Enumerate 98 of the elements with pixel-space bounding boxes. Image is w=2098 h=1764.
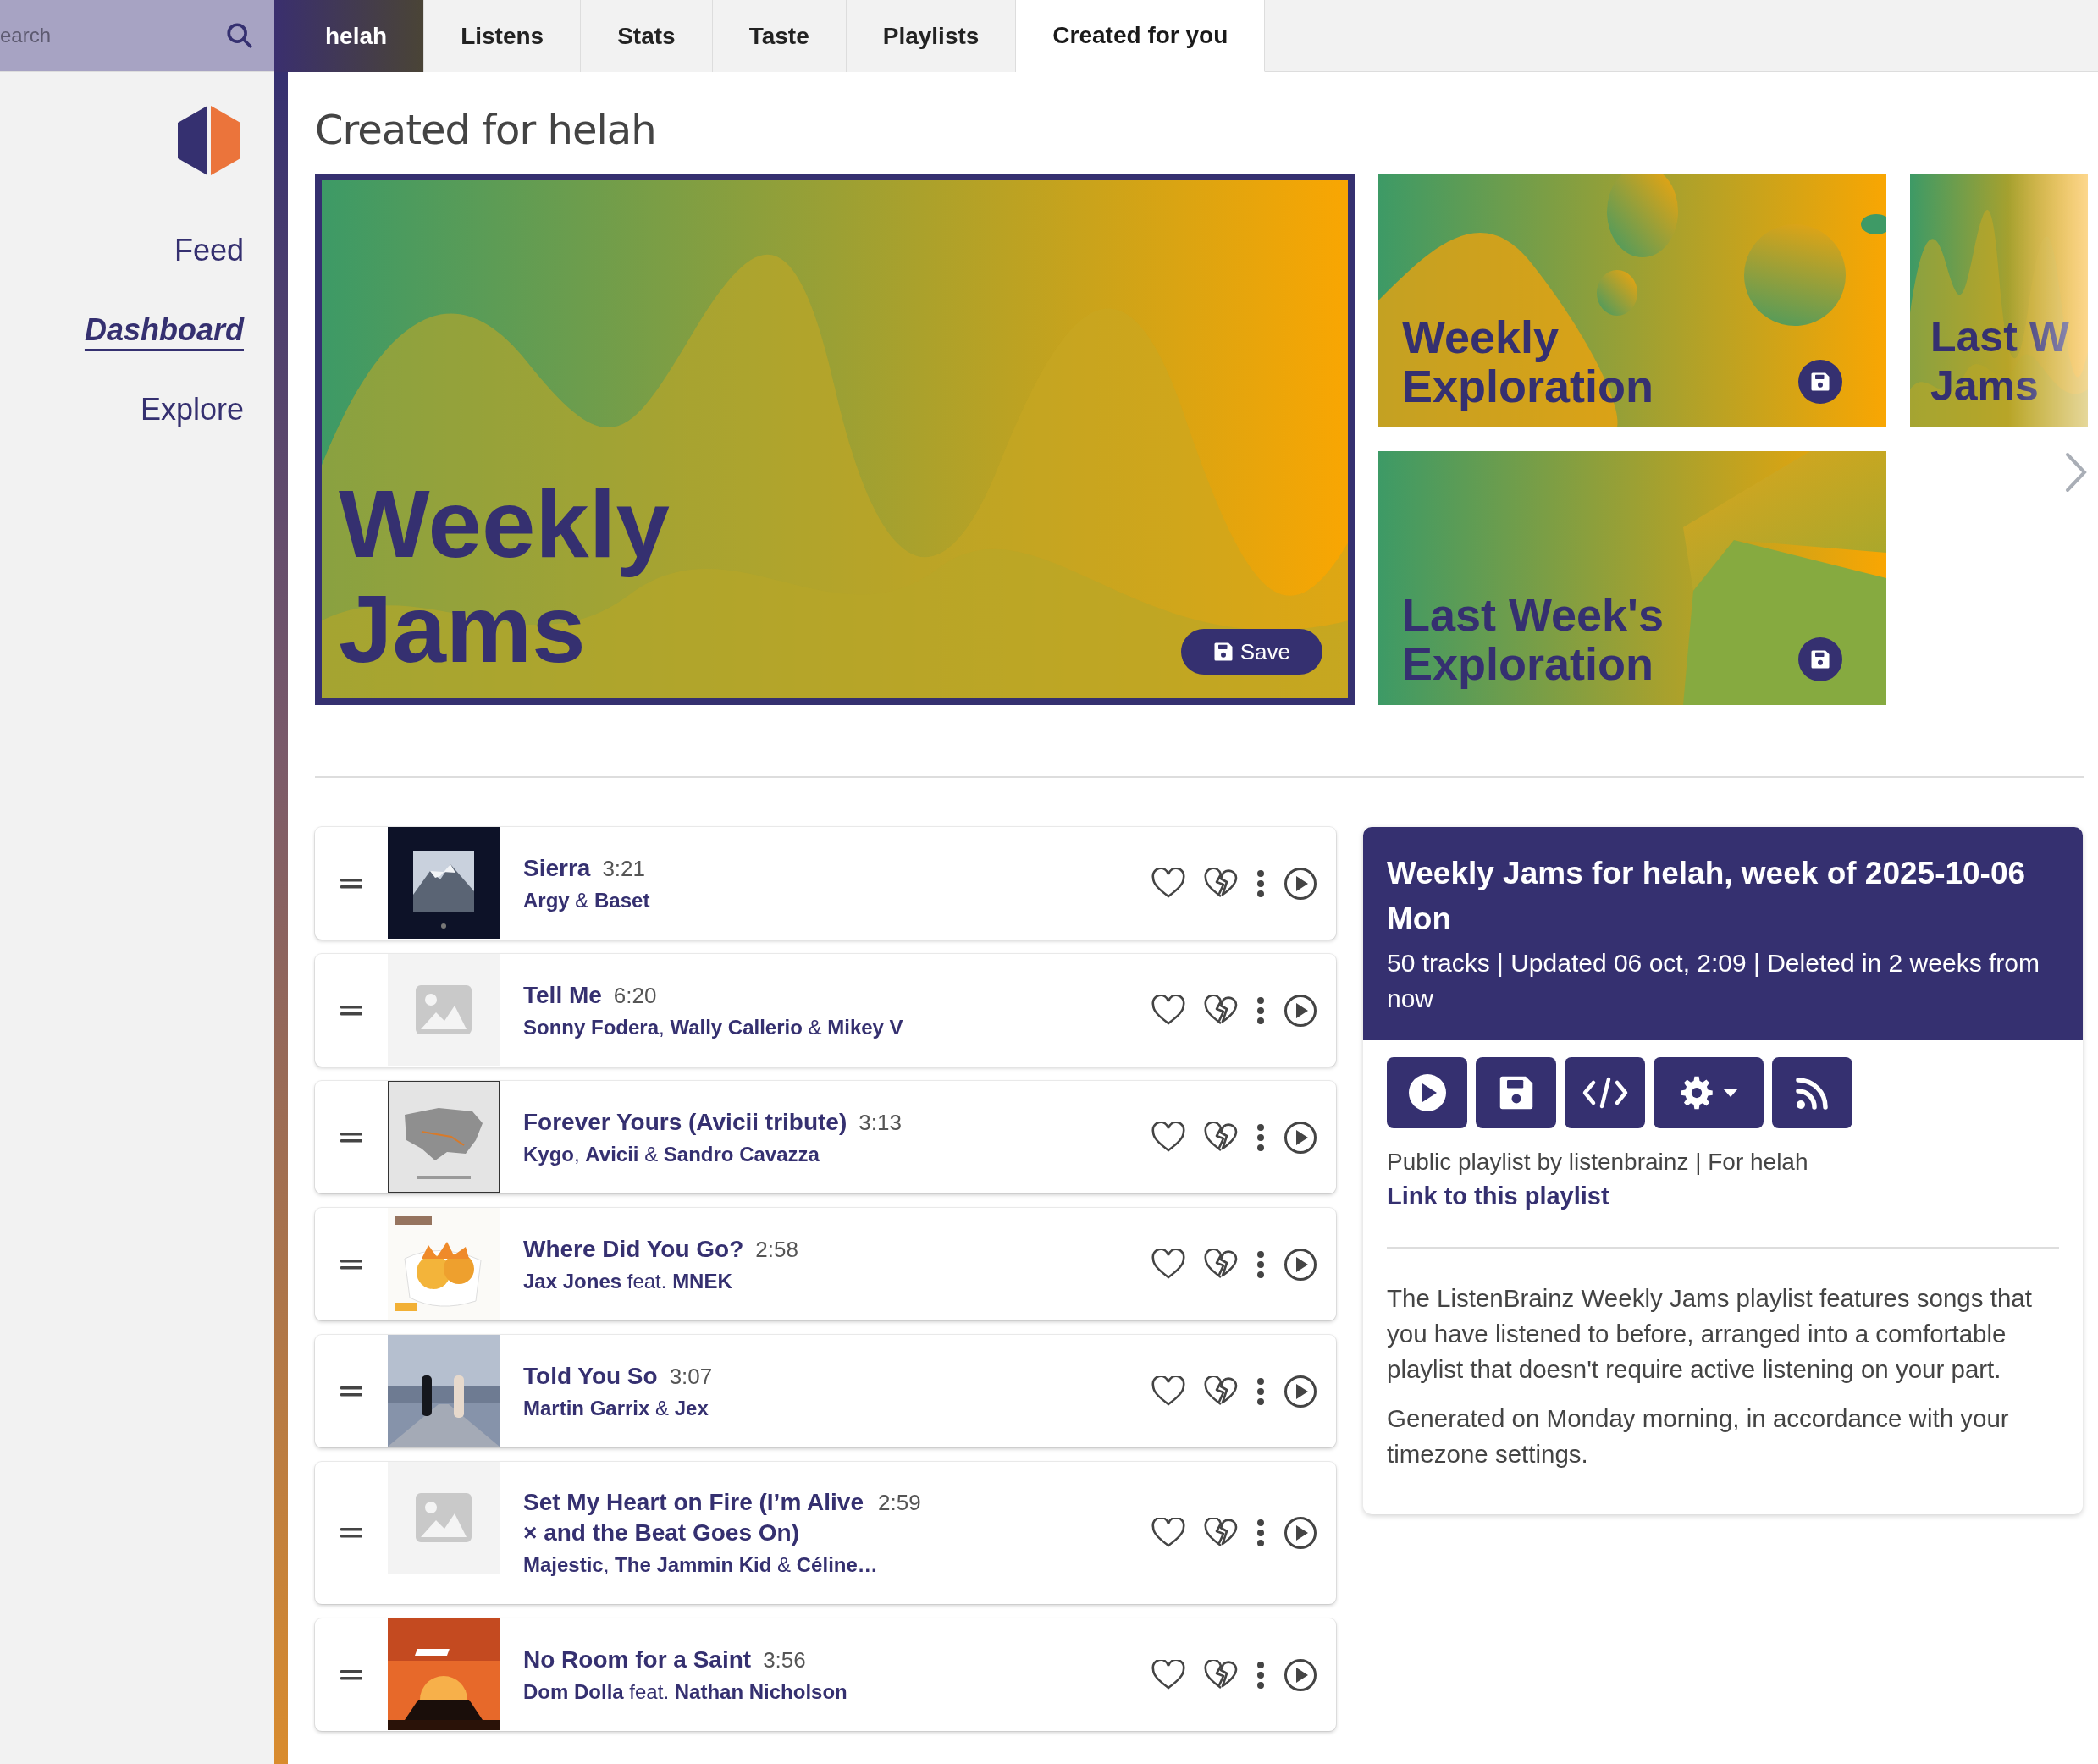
drag-handle-icon[interactable] — [340, 877, 362, 890]
drag-handle-icon[interactable] — [340, 1385, 362, 1397]
broken-heart-icon[interactable] — [1204, 1518, 1238, 1548]
broken-heart-icon[interactable] — [1204, 1122, 1238, 1153]
more-options-icon[interactable] — [1256, 1376, 1265, 1406]
heart-icon[interactable] — [1151, 1122, 1185, 1153]
broken-heart-icon[interactable] — [1204, 868, 1238, 899]
track-duration: 3:56 — [763, 1645, 806, 1674]
play-icon[interactable] — [1284, 1516, 1317, 1550]
more-options-icon[interactable] — [1256, 1519, 1265, 1547]
track-duration: 6:20 — [613, 981, 657, 1010]
track-artists: Sonny Fodera, Wally Callerio & Mikey V — [523, 1014, 904, 1040]
nav-tab[interactable]: Playlists — [846, 0, 1017, 72]
drag-handle-icon[interactable] — [340, 1668, 362, 1681]
drag-handle-icon[interactable] — [340, 1527, 362, 1539]
drag-handle-icon[interactable] — [340, 1131, 362, 1144]
playlist-title: Weekly Jams for helah, week of 2025-10-06 Mon — [1387, 855, 2027, 938]
image-placeholder-icon — [416, 1493, 472, 1542]
track-artists: Dom Dolla feat. Nathan Nicholson — [523, 1679, 848, 1705]
track-duration: 3:07 — [669, 1362, 713, 1391]
track-duration: 3:13 — [859, 1108, 902, 1137]
save-button[interactable]: Save — [1180, 629, 1322, 675]
nav-tab[interactable]: Taste — [712, 0, 847, 72]
playlist-description: Generated on Monday morning, in accordance with your timezone settings. — [1387, 1403, 2010, 1469]
play-icon — [1407, 1073, 1447, 1112]
track-artists: Kygo, Avicii & Sandro Cavazza — [523, 1141, 820, 1167]
settings-button[interactable] — [1654, 1057, 1764, 1128]
more-options-icon[interactable] — [1256, 1249, 1265, 1279]
playlist-card[interactable]: Last W Jams — [1910, 174, 2088, 427]
playlist-card-title: Weekly Exploration — [1402, 312, 1654, 411]
code-icon — [1581, 1076, 1629, 1110]
heart-icon[interactable] — [1151, 868, 1185, 899]
track-title[interactable]: Tell Me — [523, 979, 602, 1011]
track-title[interactable]: Sierra — [523, 852, 591, 884]
heart-icon[interactable] — [1151, 1518, 1185, 1548]
more-options-icon[interactable] — [1256, 868, 1265, 898]
save-button[interactable] — [1476, 1057, 1556, 1128]
play-icon[interactable] — [1284, 1374, 1317, 1408]
nav-tab[interactable]: helah — [274, 0, 425, 72]
heart-icon[interactable] — [1151, 1659, 1185, 1690]
settings-icon — [1679, 1075, 1714, 1111]
playlist-card-title: Last Week's Exploration — [1402, 590, 1664, 688]
rss-icon — [1795, 1076, 1830, 1110]
caret-icon — [1723, 1089, 1738, 1097]
track-title[interactable]: Where Did You Go? — [523, 1233, 744, 1265]
nav-tab[interactable]: Created for you — [1016, 0, 1266, 72]
play-icon[interactable] — [1284, 993, 1317, 1028]
track-title[interactable]: Told You So — [523, 1360, 658, 1392]
play-icon[interactable] — [1284, 1120, 1317, 1155]
rss-button[interactable] — [1772, 1057, 1852, 1128]
playlist-card[interactable]: Weekly Jams Save — [315, 174, 1355, 705]
playlist-card-title: Last W Jams — [1930, 312, 2069, 411]
drag-handle-icon[interactable] — [340, 1004, 362, 1017]
play-icon[interactable] — [1284, 866, 1317, 901]
save-icon — [1810, 649, 1830, 670]
broken-heart-icon[interactable] — [1204, 995, 1238, 1026]
heart-icon[interactable] — [1151, 1249, 1185, 1280]
track-artists: Argy & Baset — [523, 887, 651, 913]
sidebar-link[interactable]: Feed — [174, 211, 244, 290]
track-artists: Majestic, The Jammin Kid & Céline… — [523, 1552, 879, 1578]
track-title[interactable]: Set My Heart on Fire (I’m Alive × and the Beat Goes On) — [523, 1487, 866, 1548]
track-duration: 2:58 — [755, 1235, 798, 1264]
nav-tab[interactable]: Listens — [424, 0, 582, 72]
track-duration: 2:59 — [878, 1489, 921, 1517]
logo-icon[interactable] — [178, 106, 240, 175]
track-artists: Jax Jones feat. MNEK — [523, 1268, 733, 1294]
save-icon — [1212, 642, 1234, 662]
playlist-card-title: Weekly Jams — [339, 471, 670, 681]
play-icon[interactable] — [1284, 1657, 1317, 1692]
track-duration: 3:21 — [602, 854, 645, 883]
track-title[interactable]: Forever Yours (Avicii tribute) — [523, 1106, 847, 1138]
more-options-icon[interactable] — [1256, 1122, 1265, 1152]
playlist-card[interactable]: Last Week's Exploration — [1378, 451, 1886, 705]
playlist-card[interactable]: Weekly Exploration — [1378, 174, 1886, 427]
broken-heart-icon[interactable] — [1204, 1375, 1238, 1407]
track-artists: Martin Garrix & Jex — [523, 1395, 709, 1421]
image-placeholder-icon — [416, 985, 472, 1034]
embed-button[interactable] — [1565, 1057, 1645, 1128]
track-title[interactable]: No Room for a Saint — [523, 1644, 752, 1675]
playlist-owner: Public playlist by listenbrainz | For helah — [1387, 1148, 1809, 1177]
play-icon[interactable] — [1284, 1247, 1317, 1282]
sidebar-link[interactable]: Dashboard — [84, 290, 244, 370]
nav-tab[interactable]: Stats — [581, 0, 713, 72]
page-title: Created for helah — [315, 105, 656, 155]
broken-heart-icon[interactable] — [1204, 1249, 1238, 1280]
drag-handle-icon[interactable] — [340, 1258, 362, 1271]
search-icon[interactable] — [225, 21, 254, 50]
broken-heart-icon[interactable] — [1204, 1659, 1238, 1690]
heart-icon[interactable] — [1151, 995, 1185, 1026]
more-options-icon[interactable] — [1256, 1660, 1265, 1690]
playlist-description: The ListenBrainz Weekly Jams playlist features songs that you have listened to before, arranged into a comfortable playlist that doesn't require active listening on your part. — [1387, 1283, 2033, 1385]
heart-icon[interactable] — [1151, 1375, 1185, 1407]
sidebar-link[interactable]: Explore — [140, 370, 244, 449]
playlist-meta: 50 tracks | Updated 06 oct, 2:09 | Deleted in 2 weeks from now — [1387, 948, 2040, 1014]
play-button[interactable] — [1387, 1057, 1467, 1128]
save-icon — [1810, 372, 1830, 392]
playlist-link[interactable]: Link to this playlist — [1387, 1179, 1609, 1213]
more-options-icon[interactable] — [1256, 995, 1265, 1025]
